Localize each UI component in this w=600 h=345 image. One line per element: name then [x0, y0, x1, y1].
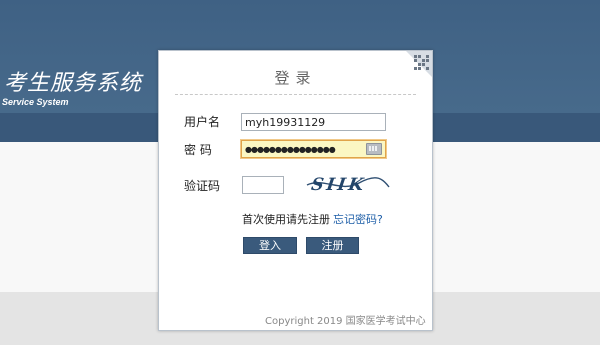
- captcha-label: 验证码: [184, 179, 221, 193]
- brand-subtitle: Service System: [2, 97, 69, 107]
- title-divider: [175, 94, 416, 95]
- username-input[interactable]: [241, 113, 386, 131]
- brand-title: 考生服务系统: [4, 71, 143, 96]
- login-title: 登录: [274, 69, 317, 87]
- password-input[interactable]: ●●●●●●●●●●●●●●●: [241, 140, 386, 158]
- forgot-password-link[interactable]: 忘记密码?: [333, 211, 383, 227]
- captcha-image[interactable]: SIIK: [305, 173, 391, 195]
- username-label: 用户名: [184, 115, 221, 129]
- captcha-text: SIIK: [310, 175, 368, 195]
- login-button[interactable]: 登入: [243, 237, 297, 254]
- first-use-hint: 首次使用请先注册: [242, 213, 330, 226]
- captcha-input[interactable]: [242, 176, 284, 194]
- copyright-text: Copyright 2019 国家医学考试中心: [265, 316, 426, 327]
- register-button[interactable]: 注册: [306, 237, 359, 254]
- keyboard-icon[interactable]: [366, 143, 382, 155]
- password-label: 密 码: [184, 143, 212, 157]
- password-value: ●●●●●●●●●●●●●●●: [245, 145, 336, 154]
